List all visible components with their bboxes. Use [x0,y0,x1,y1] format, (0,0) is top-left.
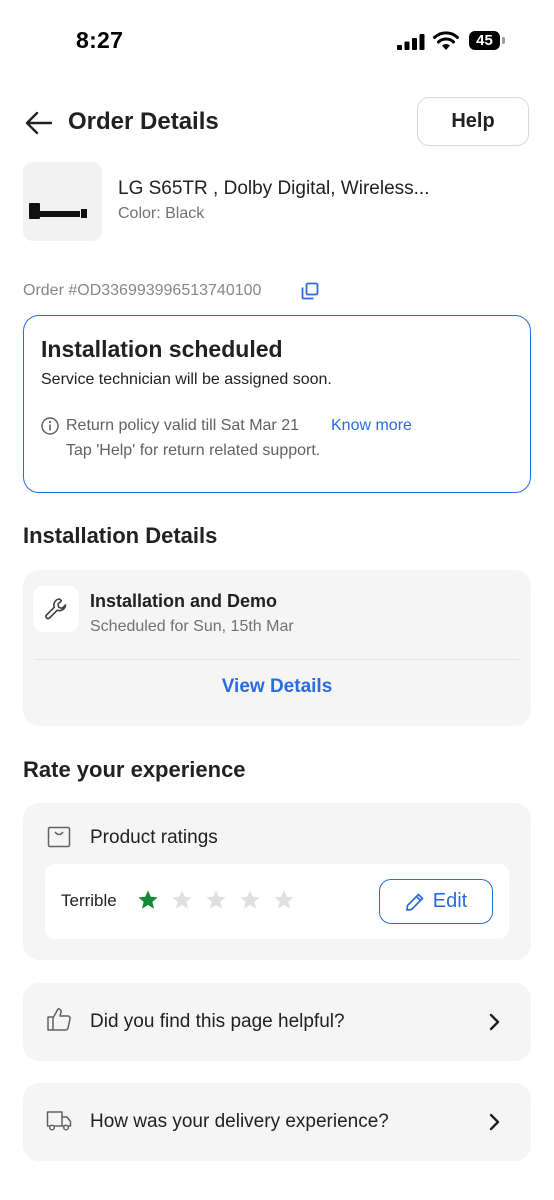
delivery-truck-icon [46,1111,72,1131]
info-icon [41,417,59,435]
installation-section-title: Installation Details [23,523,218,548]
installation-title: Installation and Demo [90,591,278,611]
pencil-icon [405,893,424,911]
star-icon[interactable] [171,889,193,911]
star-icon[interactable] [273,889,295,911]
product-name[interactable]: LG S65TR , Dolby Digital, Wireless... [118,178,429,200]
status-time: 8:27 [76,27,124,53]
know-more-link[interactable]: Know more [331,417,412,435]
soundbar-image [29,203,87,219]
page-helpful-text: Did you find this page helpful? [90,1011,345,1032]
product-ratings-label: Product ratings [90,827,218,848]
delivery-experience-text: How was your delivery experience? [90,1111,389,1132]
star-icon[interactable] [137,889,159,911]
wrench-icon [33,586,79,632]
page-title: Order Details [68,108,219,135]
edit-label: Edit [432,890,468,912]
back-arrow-icon[interactable] [24,108,54,138]
battery-level: 45 [476,32,493,49]
return-policy-text: Return policy valid till Sat Mar 21 [66,417,299,434]
edit-rating-button[interactable]: Edit [379,879,493,924]
shopping-bag-icon [47,826,71,848]
wifi-icon [433,31,459,50]
product-color: Color: Black [118,205,205,222]
view-details-button[interactable]: View Details [23,676,531,698]
copy-icon[interactable] [301,282,319,300]
star-icon[interactable] [205,889,227,911]
star-icon[interactable] [239,889,261,911]
thumbs-up-icon [47,1008,71,1031]
divider [35,659,519,660]
battery-icon: 45 [469,31,505,51]
rating-section-title: Rate your experience [23,757,246,782]
help-button[interactable]: Help [417,97,529,146]
rating-label: Terrible [61,891,117,910]
status-title: Installation scheduled [41,336,283,362]
return-help-text: Tap 'Help' for return related support. [66,442,321,459]
status-subtitle: Service technician will be assigned soon… [41,371,332,388]
installation-schedule: Scheduled for Sun, 15th Mar [90,618,294,635]
chevron-right-icon [489,1013,500,1031]
chevron-right-icon [489,1113,500,1131]
product-thumbnail[interactable] [23,162,102,241]
order-id: Order #OD336993996513740100 [23,282,262,299]
signal-icon [397,34,425,50]
